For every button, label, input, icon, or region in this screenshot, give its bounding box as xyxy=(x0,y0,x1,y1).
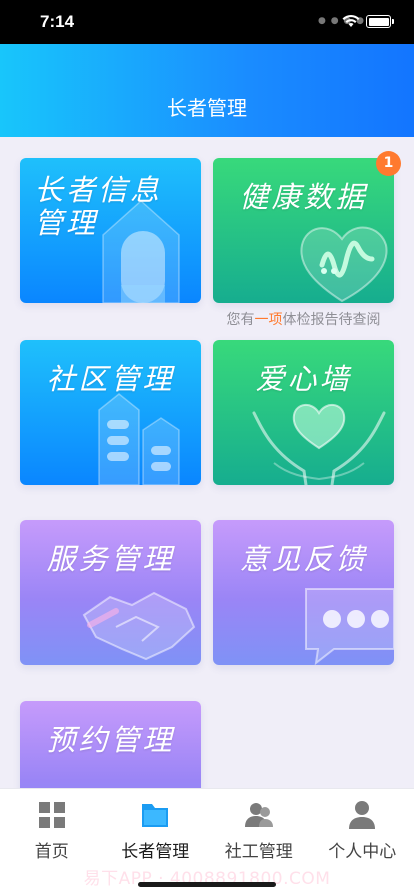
tab-label: 首页 xyxy=(34,842,69,862)
health-report-note[interactable]: 您有一项体检报告待查阅 xyxy=(213,309,394,329)
status-bar: 7:14 ● ● ● ● xyxy=(0,0,414,44)
heart-pulse-icon xyxy=(300,226,388,303)
page-title: 长者管理 xyxy=(167,96,247,120)
elder-info-card[interactable]: 长者信息管理 xyxy=(20,158,201,303)
note-highlight: 一项 xyxy=(254,312,283,328)
group-icon xyxy=(244,803,273,827)
card-title: 健康数据 xyxy=(239,180,368,214)
feedback-card[interactable]: 意见反馈 xyxy=(213,520,394,665)
tab-social-worker-management[interactable]: 社工管理 xyxy=(207,789,311,865)
notification-badge: 1 xyxy=(376,151,401,176)
folder-icon xyxy=(142,804,169,827)
health-data-card[interactable]: 健康数据 xyxy=(213,158,394,303)
home-indicator xyxy=(138,882,276,887)
status-time: 7:14 xyxy=(40,12,75,31)
handshake-icon xyxy=(82,591,196,661)
tab-label: 长者管理 xyxy=(121,842,190,862)
note-prefix: 您有 xyxy=(226,312,255,328)
tab-elder-management[interactable]: 长者管理 xyxy=(104,789,208,865)
battery-icon xyxy=(366,15,394,28)
page-header: 长者管理 xyxy=(0,44,414,137)
card-title: 预约管理 xyxy=(46,723,175,757)
buildings-icon xyxy=(98,393,180,485)
tab-label: 社工管理 xyxy=(224,842,293,862)
community-card[interactable]: 社区管理 xyxy=(20,340,201,485)
card-title: 爱心墙 xyxy=(255,362,352,396)
tab-personal-center[interactable]: 个人中心 xyxy=(311,789,414,865)
card-title: 服务管理 xyxy=(46,542,175,576)
card-title: 社区管理 xyxy=(46,362,175,396)
tab-home[interactable]: 首页 xyxy=(0,789,104,865)
service-card[interactable]: 服务管理 xyxy=(20,520,201,665)
tab-label: 个人中心 xyxy=(328,842,397,862)
note-suffix: 体检报告待查阅 xyxy=(282,312,381,328)
wifi-icon xyxy=(342,14,360,27)
card-title: 意见反馈 xyxy=(239,542,368,576)
card-title: 长者信息管理 xyxy=(34,173,163,240)
grid-icon xyxy=(38,802,65,828)
chat-bubble-icon xyxy=(305,588,394,665)
person-icon xyxy=(349,801,376,829)
love-wall-card[interactable]: 爱心墙 xyxy=(213,340,394,485)
heart-hands-icon xyxy=(252,404,386,485)
